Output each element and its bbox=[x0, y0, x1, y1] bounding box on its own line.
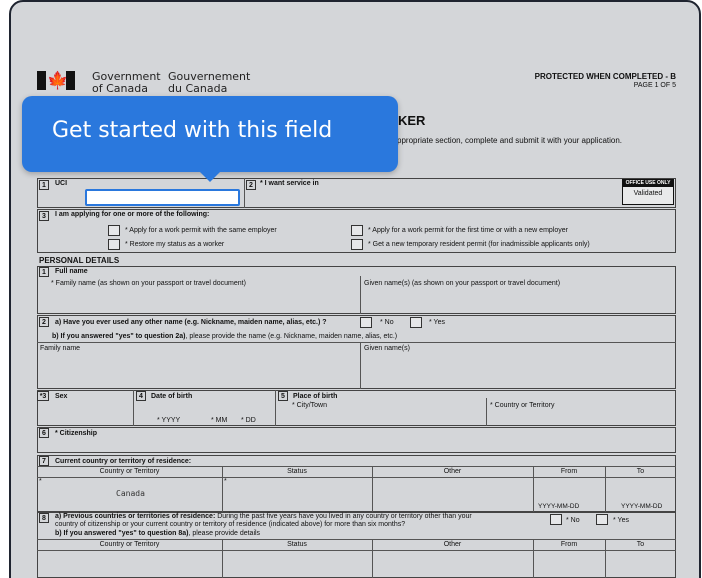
previous-line2: country of citizenship or your current c… bbox=[55, 521, 406, 528]
fullname-label: Full name bbox=[55, 268, 88, 275]
family-name-label: * Family name (as shown on your passport… bbox=[51, 280, 246, 287]
dob-yyyy: * YYYY bbox=[157, 417, 181, 424]
given-name-input[interactable] bbox=[363, 288, 673, 312]
col-country: Country or Territory bbox=[99, 468, 160, 475]
gov-fr-name: Gouvernement du Canada bbox=[168, 70, 251, 95]
office-use-box: OFFICE USE ONLY Validated bbox=[622, 179, 674, 205]
previous-line1: a) Previous countries or territories of … bbox=[55, 513, 472, 520]
previous-no-checkbox[interactable] bbox=[550, 514, 562, 525]
option-same-employer: * Apply for a work permit with the same … bbox=[125, 227, 277, 234]
prev-col-other: Other bbox=[443, 541, 462, 548]
residence-number: 7 bbox=[39, 456, 49, 466]
residence-country-value[interactable]: Canada bbox=[116, 489, 145, 498]
required-mark: * bbox=[224, 478, 227, 485]
option-new-employer: * Apply for a work permit for the first … bbox=[368, 227, 568, 234]
other-given-name-label: Given name(s) bbox=[364, 345, 410, 352]
tooltip-arrow bbox=[199, 171, 221, 182]
option-trp: * Get a new temporary resident permit (f… bbox=[368, 241, 590, 248]
pob-number: 5 bbox=[278, 391, 288, 401]
residence-to-format: YYYY-MM-DD bbox=[621, 503, 663, 510]
canada-flag-logo: 🍁 bbox=[37, 71, 75, 90]
othername-yes-label: * Yes bbox=[429, 319, 445, 326]
dob-mm: * MM bbox=[211, 417, 228, 424]
col-from: From bbox=[560, 468, 578, 475]
dob-number: 4 bbox=[136, 391, 146, 401]
othername-no-checkbox[interactable] bbox=[360, 317, 372, 328]
prev-col-status: Status bbox=[287, 541, 307, 548]
citizenship-label: * Citizenship bbox=[55, 430, 98, 437]
othername-no-label: * No bbox=[380, 319, 394, 326]
pob-label: Place of birth bbox=[293, 393, 338, 400]
q2-number: 2 bbox=[246, 180, 256, 190]
tooltip-text: Get started with this field bbox=[52, 118, 333, 143]
checkbox-new-employer[interactable] bbox=[351, 225, 363, 236]
checkbox-trp[interactable] bbox=[351, 239, 363, 250]
othername-question: a) Have you ever used any other name (e.… bbox=[55, 319, 327, 326]
col-to: To bbox=[636, 468, 645, 475]
other-family-name-label: Family name bbox=[40, 345, 81, 352]
family-name-input[interactable] bbox=[40, 288, 358, 312]
othername-yes-checkbox[interactable] bbox=[410, 317, 422, 328]
checkbox-same-employer[interactable] bbox=[108, 225, 120, 236]
onboarding-tooltip[interactable]: Get started with this field bbox=[22, 96, 398, 182]
checkbox-restore-status[interactable] bbox=[108, 239, 120, 250]
required-mark: * bbox=[39, 478, 42, 485]
q1-number: 1 bbox=[39, 180, 49, 190]
other-name-row bbox=[37, 315, 676, 389]
previous-number: 8 bbox=[39, 513, 49, 523]
col-other: Other bbox=[443, 468, 462, 475]
fullname-number: 1 bbox=[39, 267, 49, 277]
othername-number: 2 bbox=[39, 317, 49, 327]
pob-city-label: * City/Town bbox=[292, 402, 328, 409]
sex-number: *3 bbox=[37, 391, 49, 401]
personal-details-heading: PERSONAL DETAILS bbox=[39, 256, 120, 265]
residence-from-format: YYYY-MM-DD bbox=[538, 503, 580, 510]
form-title: KER bbox=[398, 113, 426, 128]
previous-line3: b) If you answered "yes" to question 8a)… bbox=[55, 530, 261, 537]
citizenship-row bbox=[37, 427, 676, 453]
page-number: PAGE 1 OF 5 bbox=[633, 82, 676, 89]
previous-yes-label: * Yes bbox=[613, 517, 629, 524]
uci-input[interactable] bbox=[85, 189, 240, 206]
application-type-label: I am applying for one or more of the fol… bbox=[55, 211, 210, 218]
residence-label: Current country or territory of residenc… bbox=[55, 458, 192, 465]
service-language-label: * I want service in bbox=[260, 180, 319, 187]
citizenship-number: 6 bbox=[39, 428, 49, 438]
dob-dd: * DD bbox=[241, 417, 256, 424]
col-status: Status bbox=[287, 468, 307, 475]
prev-col-country: Country or Territory bbox=[99, 541, 160, 548]
othername-followup: b) If you answered "yes" to question 2a)… bbox=[52, 333, 398, 340]
sex-label: Sex bbox=[55, 393, 68, 400]
prev-col-from: From bbox=[560, 541, 578, 548]
option-restore-status: * Restore my status as a worker bbox=[125, 241, 225, 248]
uci-label: UCI bbox=[55, 180, 68, 187]
gov-en-name: Government of Canada bbox=[92, 70, 161, 95]
q3-number: 3 bbox=[39, 211, 49, 221]
previous-yes-checkbox[interactable] bbox=[596, 514, 608, 525]
given-name-label: Given name(s) (as shown on your passport… bbox=[364, 280, 561, 287]
form-intro: ppropriate section, complete and submit … bbox=[397, 136, 623, 145]
dob-label: Date of birth bbox=[151, 393, 193, 400]
previous-no-label: * No bbox=[566, 517, 580, 524]
prev-col-to: To bbox=[636, 541, 645, 548]
protected-label: PROTECTED WHEN COMPLETED - B bbox=[534, 72, 676, 81]
pob-country-label: * Country or Territory bbox=[490, 402, 555, 409]
